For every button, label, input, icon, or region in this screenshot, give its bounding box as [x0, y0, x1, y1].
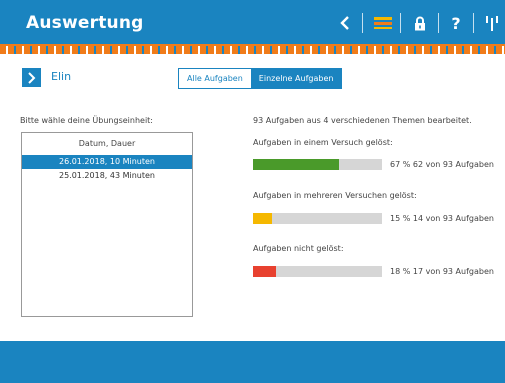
header-divider — [400, 13, 401, 33]
chevron-left-icon[interactable] — [335, 12, 355, 34]
stat-label-multiple-tries: Aufgaben in mehreren Versuchen gelöst: — [253, 191, 417, 200]
antenna-icon[interactable] — [482, 12, 502, 34]
progress-bar-multiple-tries — [253, 213, 382, 224]
session-list-header: Datum, Dauer — [78, 139, 136, 148]
header-divider — [473, 13, 474, 33]
progress-fill — [253, 266, 277, 277]
student-name: Elin — [51, 70, 72, 83]
list-item[interactable]: 26.01.2018, 10 Minuten — [22, 155, 192, 169]
progress-bar-one-try — [253, 159, 382, 170]
app-footer — [0, 341, 505, 383]
view-tabs: Alle Aufgaben Einzelne Aufgaben — [178, 68, 343, 89]
progress-bar-not-solved — [253, 266, 382, 277]
tab-alle-aufgaben[interactable]: Alle Aufgaben — [179, 69, 251, 88]
session-list: Datum, Dauer 26.01.2018, 10 Minuten 25.0… — [21, 132, 193, 317]
session-prompt: Bitte wähle deine Übungseinheit: — [20, 116, 153, 125]
app-header: Auswertung ? — [0, 0, 505, 46]
page-title: Auswertung — [26, 13, 144, 33]
stat-label-one-try: Aufgaben in einem Versuch gelöst: — [253, 138, 393, 147]
stat-value-multiple-tries: 15 % 14 von 93 Aufgaben — [390, 214, 494, 223]
chevron-right-icon — [28, 71, 36, 84]
list-item[interactable]: 25.01.2018, 43 Minuten — [22, 169, 192, 183]
header-divider — [438, 13, 439, 33]
progress-fill — [253, 159, 340, 170]
stat-label-not-solved: Aufgaben nicht gelöst: — [253, 244, 344, 253]
student-toggle-button[interactable] — [22, 68, 41, 87]
header-stripe — [0, 46, 505, 54]
header-divider — [362, 13, 363, 33]
lock-icon[interactable] — [410, 12, 430, 34]
stat-value-not-solved: 18 % 17 von 93 Aufgaben — [390, 267, 494, 276]
stat-value-one-try: 67 % 62 von 93 Aufgaben — [390, 160, 494, 169]
results-summary: 93 Aufgaben aus 4 verschiedenen Themen b… — [253, 116, 472, 125]
progress-fill — [253, 213, 273, 224]
tab-einzelne-aufgaben[interactable]: Einzelne Aufgaben — [250, 69, 342, 88]
list-icon[interactable] — [373, 12, 393, 34]
help-icon[interactable]: ? — [446, 12, 466, 34]
